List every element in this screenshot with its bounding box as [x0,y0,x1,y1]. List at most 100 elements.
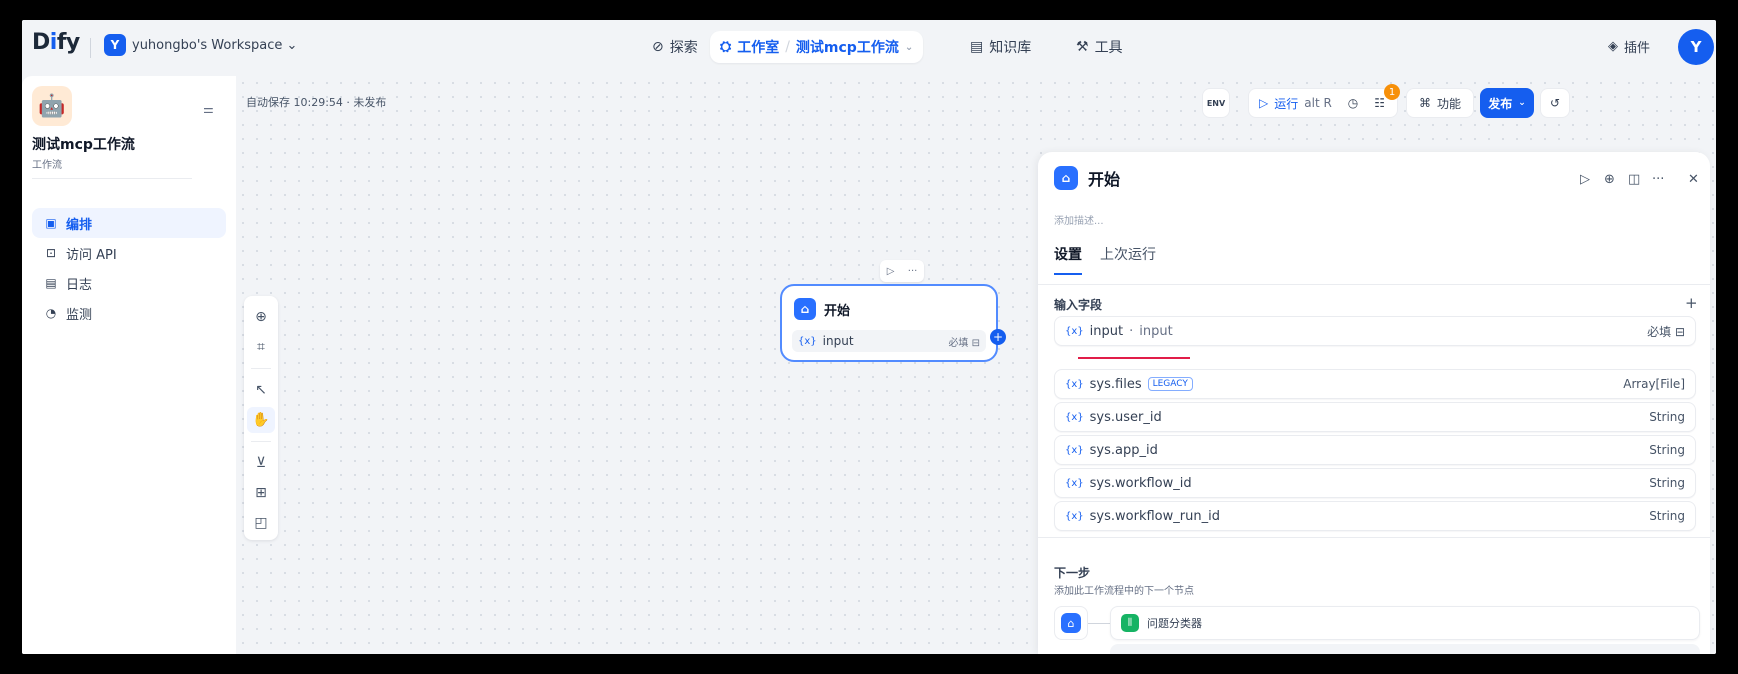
add-field-icon[interactable]: + [1685,294,1698,312]
checklist-icon[interactable]: ☷ [1374,96,1385,110]
sidebar: 🤖 ⚌ 测试mcp工作流 工作流 ▣ 编排 ⊡ 访问 API ▤ 日志 ◔ 监测 [22,76,236,654]
field-type: String [1649,410,1685,424]
node-variable: {x} input 必填 ⊟ [792,330,986,352]
variable-icon: {x} [1065,510,1084,522]
sys-field-row: {x} sys.workflow_run_id String [1054,501,1696,531]
nav-explore-label: 探索 [669,40,698,56]
hand-icon[interactable]: ✋ [247,406,275,433]
next-node-label: 问题分类器 [1147,617,1202,630]
sidebar-toggle-icon[interactable]: ⚌ [203,102,214,116]
terminal-icon: ⊡ [45,246,57,260]
add-note-icon[interactable]: ⌗ [247,334,275,360]
sidebar-item-api[interactable]: ⊡ 访问 API [32,238,226,268]
variable-name: input [822,334,854,348]
start-node[interactable]: ⌂ 开始 {x} input 必填 ⊟ [780,284,998,362]
nav-tools-label: 工具 [1094,40,1123,56]
next-step-title: 下一步 [1054,566,1091,580]
nav-app-name[interactable]: 测试mcp工作流 [796,37,899,57]
version-history-button[interactable]: ↺ [1540,88,1570,118]
monitor-icon: ◔ [45,306,57,320]
tab-settings[interactable]: 设置 [1054,244,1082,275]
input-field-row[interactable]: {x} input · input 必填 ⊟ [1054,316,1696,346]
field-name: input [1089,323,1124,339]
help-icon[interactable]: ⊕ [1604,172,1615,187]
sidebar-item-logs[interactable]: ▤ 日志 [32,268,226,298]
split-view-icon[interactable]: ◫ [1628,172,1640,187]
history-icon[interactable]: ◷ [1348,96,1358,110]
node-title: 开始 [824,303,851,319]
autosave-status: 自动保存 10:29:54 · 未发布 [246,96,387,109]
workspace-switcher[interactable]: Y yuhongbo's Workspace ⌄ [104,34,297,56]
features-label: 功能 [1436,96,1461,111]
add-node-icon[interactable]: ⊕ [247,304,275,330]
tab-last-run[interactable]: 上次运行 [1100,244,1156,275]
play-icon: ▷ [1259,96,1269,110]
variable-icon: {x} [1065,378,1084,390]
minimap-icon[interactable]: ◰ [247,510,275,536]
cube-icon: ◈ [1608,39,1618,54]
organize-icon[interactable]: ⊞ [247,480,275,506]
divider [1038,537,1710,538]
sidebar-item-orchestrate[interactable]: ▣ 编排 [32,208,226,238]
sidebar-item-monitor[interactable]: ◔ 监测 [32,298,226,328]
nav-tools[interactable]: ⚒ 工具 [1066,31,1133,63]
play-icon[interactable]: ▷ [887,266,895,277]
variable-icon: {x} [798,335,817,347]
required-label: 必填 ⊟ [1647,324,1685,339]
app-name: 测试mcp工作流 [32,137,135,153]
classifier-icon: ⫼ [1121,614,1139,632]
variable-icon: {x} [1065,325,1084,337]
next-node-question-classifier[interactable]: ⫼ 问题分类器 [1110,606,1700,640]
app-window: Dify Y yuhongbo's Workspace ⌄ ⊘ 探索 ⛭ 工作室… [22,20,1716,654]
avatar[interactable]: Y [1678,29,1714,65]
home-icon: ⌂ [794,298,816,320]
nav-knowledge[interactable]: ▤ 知识库 [960,31,1041,63]
plugins-button[interactable]: ◈ 插件 [1608,37,1650,56]
features-button[interactable]: ⌘ 功能 [1406,88,1474,118]
hammer-icon: ⚒ [1076,39,1089,55]
publish-label: 发布 [1488,96,1513,111]
panel-header: ⌂ 开始 [1054,166,1120,190]
node-header: ⌂ 开始 [794,298,850,320]
sys-field-row: {x} sys.files LEGACY Array[File] [1054,369,1696,399]
node-settings-panel: ⌂ 开始 ▷ ⊕ ◫ ··· ✕ 添加描述... 设置 上次运行 输入字段 + … [1038,152,1710,654]
nav-explore[interactable]: ⊘ 探索 [642,31,708,63]
chevron-down-icon: ⌄ [904,41,914,53]
field-type: String [1649,509,1685,523]
sidebar-item-label: 监测 [66,307,93,323]
field-name: sys.workflow_run_id [1089,508,1220,524]
highlight-underline [1078,357,1190,359]
divider [1038,284,1710,285]
close-icon[interactable]: ✕ [1688,172,1699,187]
add-next-node-icon[interactable]: + [990,329,1006,345]
more-icon[interactable]: ··· [1652,172,1664,187]
home-icon: ⌂ [1054,166,1078,190]
pointer-icon[interactable]: ↖ [247,377,275,403]
divider [90,38,91,58]
publish-button[interactable]: 发布 ⌄ [1480,88,1534,118]
divider [251,368,271,369]
history-icon: ↺ [1549,96,1561,110]
env-button[interactable]: ENV [1202,88,1230,118]
more-icon[interactable]: ··· [908,266,918,277]
input-fields-title: 输入字段 [1054,298,1103,312]
field-name: sys.workflow_id [1089,475,1192,491]
required-label: 必填 ⊟ [948,337,980,349]
sys-field-row: {x} sys.user_id String [1054,402,1696,432]
run-button[interactable]: ▷ 运行 alt R ◷ ☷ [1248,88,1398,118]
sidebar-item-label: 日志 [66,277,93,293]
field-label: input [1139,323,1173,339]
export-image-icon[interactable]: ⊻ [247,450,275,476]
next-step-subtitle: 添加此工作流程中的下一个节点 [1054,586,1194,597]
add-next-node-placeholder[interactable] [1110,644,1700,654]
connector-line [1088,623,1110,624]
top-bar: Dify Y yuhongbo's Workspace ⌄ ⊘ 探索 ⛭ 工作室… [22,20,1716,76]
run-node-icon[interactable]: ▷ [1580,172,1590,187]
variable-icon: {x} [1065,477,1084,489]
dify-logo[interactable]: Dify [32,30,80,55]
description-input[interactable]: 添加描述... [1054,212,1104,227]
next-step-source: ⌂ [1054,606,1088,640]
nav-studio[interactable]: ⛭ 工作室 / 测试mcp工作流 ⌄ [710,31,924,63]
panel-title[interactable]: 开始 [1088,166,1120,190]
variable-icon: {x} [1065,411,1084,423]
